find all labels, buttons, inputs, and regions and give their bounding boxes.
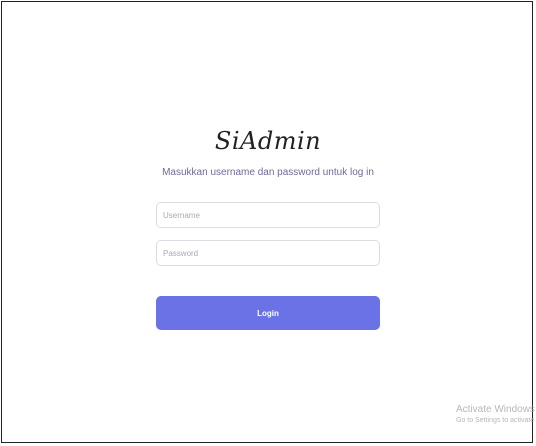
activate-windows-watermark: Activate Windows Go to Settings to activ… <box>456 404 536 424</box>
app-logo: SiAdmin <box>214 127 322 155</box>
watermark-subtitle: Go to Settings to activate <box>456 417 535 424</box>
login-button[interactable]: Login <box>156 296 380 330</box>
watermark-title: Activate Windows <box>456 404 535 415</box>
username-input[interactable] <box>156 202 380 228</box>
login-subtitle: Masukkan username dan password untuk log… <box>162 167 374 178</box>
browser-frame: SiAdmin Masukkan username dan password u… <box>1 1 533 443</box>
password-input[interactable] <box>156 240 380 266</box>
